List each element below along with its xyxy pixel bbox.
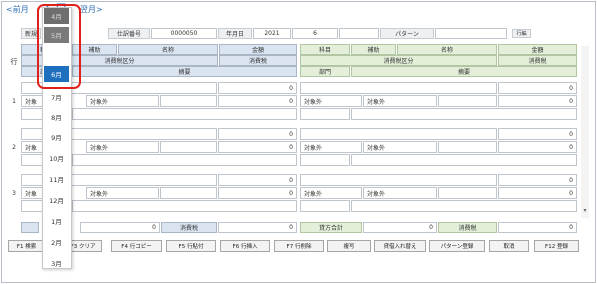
cancel-button[interactable]: 取消	[489, 240, 529, 252]
credit-account-input[interactable]	[300, 174, 497, 186]
credit-tax-input[interactable]: 0	[498, 187, 577, 199]
credit-tax-class-select-2[interactable]: 対象外	[363, 95, 437, 107]
month-option[interactable]: 10月	[44, 150, 69, 166]
month-option[interactable]: 8月	[44, 109, 69, 125]
register-button[interactable]: F12 登録	[534, 240, 579, 252]
credit-sub-header: 補助	[351, 44, 396, 55]
debit-tax-rate-input[interactable]	[160, 187, 217, 199]
credit-account-input[interactable]	[300, 128, 497, 140]
credit-total-label: 貸方合計	[300, 222, 362, 233]
credit-tax-class-select-2[interactable]: 対象外	[363, 187, 437, 199]
debit-total-tax: 0	[218, 222, 297, 233]
credit-name-header: 名称	[397, 44, 497, 55]
debit-memo-input[interactable]	[72, 154, 297, 166]
row-number: 2	[12, 143, 16, 151]
credit-amount-input[interactable]: 0	[498, 128, 577, 140]
month-option[interactable]: 11月	[44, 171, 69, 187]
month-option[interactable]: 7月	[44, 89, 69, 105]
pattern-field[interactable]	[435, 28, 507, 39]
month-option[interactable]: 3月	[44, 255, 69, 271]
slip-number-label: 仕訳番号	[108, 28, 150, 39]
credit-tax-class-select[interactable]: 対象外	[300, 141, 362, 153]
debit-tax-input[interactable]: 0	[218, 141, 297, 153]
pattern-edit-button[interactable]: 行編	[512, 29, 531, 38]
credit-memo-input[interactable]	[351, 200, 577, 212]
debit-tax-rate-input[interactable]	[160, 141, 217, 153]
row-header: 行	[10, 57, 18, 66]
debit-amount-input[interactable]: 0	[218, 174, 297, 186]
credit-tax-class-select[interactable]: 対象外	[300, 95, 362, 107]
credit-tax-rate-input[interactable]	[438, 141, 497, 153]
debit-memo-header: 摘要	[72, 66, 297, 77]
credit-dept-input[interactable]	[300, 200, 350, 212]
credit-total-tax-label: 消費税	[438, 222, 497, 233]
credit-tax-header: 消費税	[498, 55, 577, 66]
debit-name-header: 名称	[118, 44, 218, 55]
date-label: 年月日	[218, 28, 252, 39]
credit-account-input[interactable]	[300, 82, 497, 94]
debit-tax-class-select[interactable]: 対象外	[86, 95, 159, 107]
credit-amount-header: 金額	[498, 44, 577, 55]
day-field[interactable]	[339, 28, 379, 39]
debit-amount-input[interactable]: 0	[218, 128, 297, 140]
debit-memo-input[interactable]	[72, 200, 297, 212]
next-month-link[interactable]: 翌月>	[80, 4, 103, 15]
highlight-box	[37, 4, 81, 89]
swap-debit-credit-button[interactable]: 貸借入れ替え	[374, 240, 426, 252]
paste-row-button[interactable]: F5 行貼付	[166, 240, 216, 252]
credit-amount-input[interactable]: 0	[498, 174, 577, 186]
credit-total-tax: 0	[498, 222, 577, 233]
slip-number-field[interactable]: 0000050	[151, 28, 217, 39]
insert-row-button[interactable]: F6 行挿入	[220, 240, 270, 252]
row-number: 1	[12, 97, 16, 105]
credit-tax-rate-input[interactable]	[438, 187, 497, 199]
credit-dept-header: 部門	[300, 66, 350, 77]
delete-row-button[interactable]: F7 行削除	[274, 240, 324, 252]
debit-amount-input[interactable]: 0	[218, 82, 297, 94]
credit-tax-class-select-2[interactable]: 対象外	[363, 141, 437, 153]
search-button[interactable]: F1 検索	[8, 240, 45, 252]
credit-account-header: 科目	[300, 44, 350, 55]
scroll-down-icon[interactable]: ▾	[581, 206, 589, 214]
debit-total-amount: 0	[80, 222, 160, 233]
register-pattern-button[interactable]: パターン登録	[429, 240, 485, 252]
credit-dept-input[interactable]	[300, 108, 350, 120]
debit-tax-input[interactable]: 0	[218, 187, 297, 199]
credit-total-amount: 0	[363, 222, 437, 233]
credit-tax-input[interactable]: 0	[498, 141, 577, 153]
debit-tax-input[interactable]: 0	[218, 95, 297, 107]
credit-memo-header: 摘要	[351, 66, 577, 77]
month-option[interactable]: 12月	[44, 192, 69, 208]
month-field[interactable]: 6	[292, 28, 338, 39]
prev-month-link[interactable]: <前月	[6, 4, 29, 15]
debit-tax-rate-input[interactable]	[160, 95, 217, 107]
credit-memo-input[interactable]	[351, 154, 577, 166]
row-number: 3	[12, 189, 16, 197]
year-field[interactable]: 2021	[253, 28, 291, 39]
pattern-label: パターン	[380, 28, 434, 39]
debit-tax-header: 消費税	[219, 55, 297, 66]
copy-row-button[interactable]: F4 行コピー	[111, 240, 162, 252]
duplicate-button[interactable]: 複写	[327, 240, 371, 252]
month-option[interactable]: 1月	[44, 213, 69, 229]
credit-tax-class-header: 消費税区分	[300, 55, 497, 66]
debit-memo-input[interactable]	[72, 108, 297, 120]
month-option[interactable]: 2月	[44, 234, 69, 250]
month-option[interactable]: 9月	[44, 129, 69, 145]
credit-tax-input[interactable]: 0	[498, 95, 577, 107]
grid-scrollbar[interactable]	[581, 46, 589, 218]
credit-amount-input[interactable]: 0	[498, 82, 577, 94]
debit-tax-class-select[interactable]: 対象外	[86, 187, 159, 199]
credit-tax-rate-input[interactable]	[438, 95, 497, 107]
debit-total-label	[21, 222, 39, 233]
credit-tax-class-select[interactable]: 対象外	[300, 187, 362, 199]
credit-dept-input[interactable]	[300, 154, 350, 166]
credit-memo-input[interactable]	[351, 108, 577, 120]
debit-total-tax-label: 消費税	[161, 222, 217, 233]
debit-tax-class-select[interactable]: 対象外	[86, 141, 159, 153]
debit-amount-header: 金額	[219, 44, 297, 55]
